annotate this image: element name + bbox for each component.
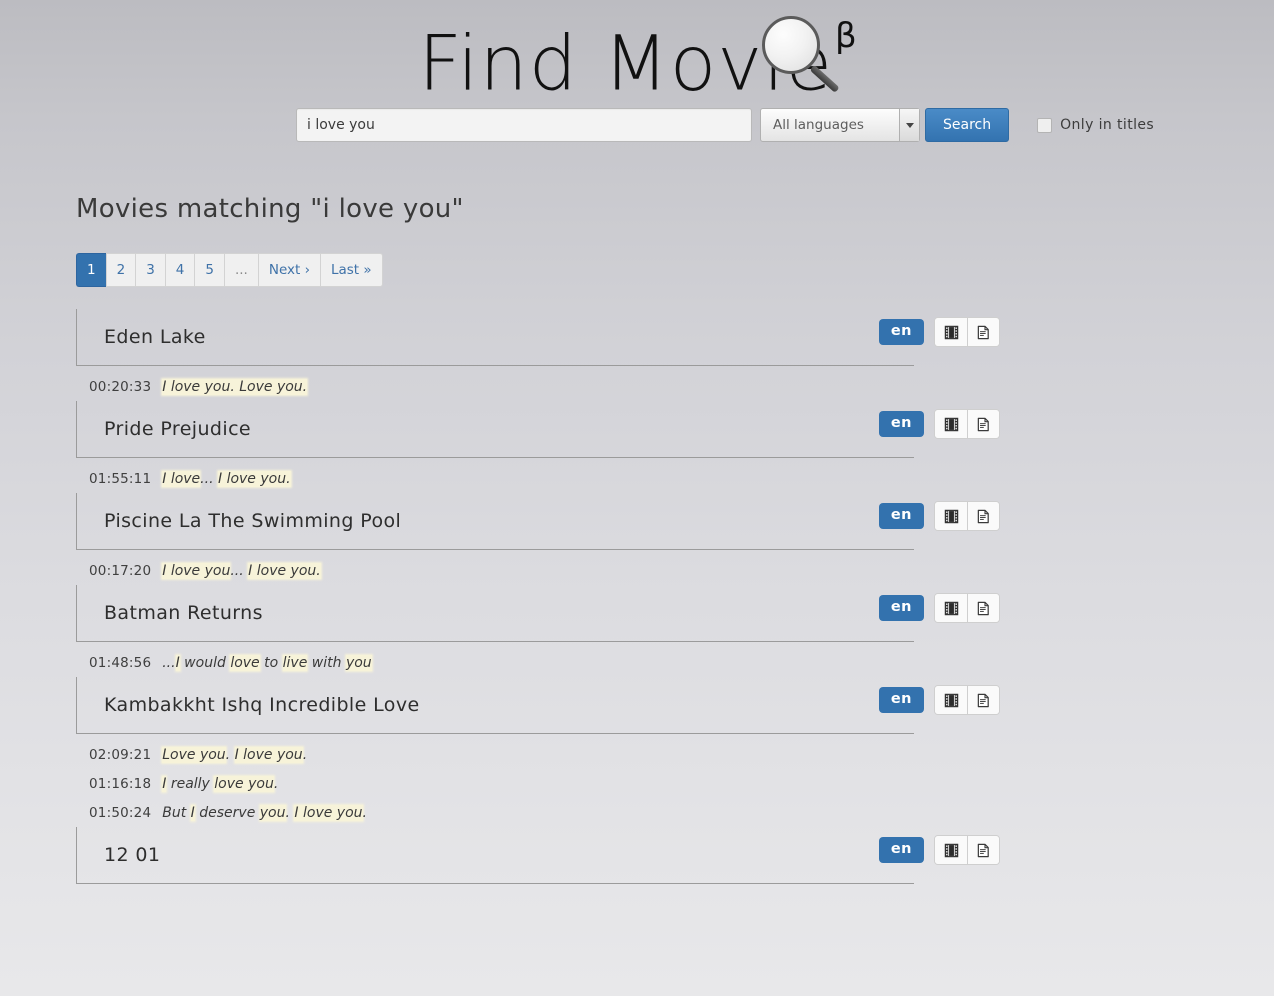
subtitle-line[interactable]: 01:16:18 I really love you. — [76, 763, 1274, 792]
movie-title[interactable]: Pride Prejudice — [104, 418, 251, 440]
film-strip-icon[interactable] — [935, 318, 967, 346]
only-in-titles-checkbox[interactable]: Only in titles — [1037, 108, 1154, 142]
main-content: Movies matching "i love you" 12345...Nex… — [0, 194, 1274, 884]
pagination-item[interactable]: 1 — [76, 253, 106, 287]
subtitle-line[interactable]: 02:09:21 Love you. I love you. — [76, 734, 1274, 763]
result-actions: en — [879, 835, 1000, 865]
movie-title[interactable]: Batman Returns — [104, 602, 263, 624]
result-item: Pride Prejudiceen01:55:11I love... I lov… — [76, 401, 1274, 487]
result-header: 12 01en — [76, 827, 914, 884]
subtitle-line[interactable]: 00:20:33 I love you. Love you. — [76, 366, 1274, 395]
subtitle-timestamp: 00:20:33 — [89, 379, 151, 395]
pagination: 12345...Next ›Last » — [76, 253, 1274, 287]
site-header: Find Movieβ — [0, 0, 1274, 108]
search-input[interactable] — [296, 108, 752, 142]
language-badge[interactable]: en — [879, 503, 924, 529]
subtitle-text: I love you. Love you. — [162, 379, 307, 395]
subtitle-line[interactable]: 00:17:20 I love you... I love you. — [76, 550, 1274, 579]
site-logo: Find Movieβ — [0, 2, 1274, 113]
film-strip-icon[interactable] — [935, 686, 967, 714]
result-actions: en — [879, 685, 1000, 715]
film-strip-icon[interactable] — [935, 594, 967, 622]
subtitle-list: 02:09:21 Love you. I love you. 01:16:18 I r… — [76, 734, 1274, 821]
subtitle-text: Love you. I love you. — [162, 747, 307, 763]
search-button[interactable]: Search — [925, 108, 1009, 142]
result-item: Piscine La The Swimming Poolen00:17:20I … — [76, 493, 1274, 579]
pagination-item[interactable]: 4 — [165, 253, 195, 287]
subtitle-timestamp: 01:48:56 — [89, 655, 151, 671]
language-badge[interactable]: en — [879, 411, 924, 437]
result-item: 12 01 en — [76, 827, 1274, 884]
subtitle-list: 00:20:33 I love you. Love you. — [76, 366, 1274, 395]
result-item: Eden Lakeen00:20:33I love you. Love you. — [76, 309, 1274, 395]
icon-button-group — [934, 501, 1000, 531]
subtitle-timestamp: 00:17:20 — [89, 563, 151, 579]
pagination-item[interactable]: 5 — [194, 253, 224, 287]
result-header: Eden Lakeen — [76, 309, 914, 366]
icon-button-group — [934, 317, 1000, 347]
subtitle-list: 01:48:56 ...I would love to live with you — [76, 642, 1274, 671]
document-icon[interactable] — [967, 686, 999, 714]
pagination-item[interactable]: 2 — [106, 253, 136, 287]
movie-title[interactable]: Eden Lake — [104, 326, 206, 348]
result-item: Kambakkht Ishq Incredible Loveen02:09:21… — [76, 677, 1274, 821]
pagination-item[interactable]: Next › — [258, 253, 320, 287]
result-header: Kambakkht Ishq Incredible Loveen — [76, 677, 914, 734]
document-icon[interactable] — [967, 836, 999, 864]
result-header: Batman Returnsen — [76, 585, 914, 642]
film-strip-icon[interactable] — [935, 410, 967, 438]
result-item: Batman Returnsen01:48:56...I would love … — [76, 585, 1274, 671]
language-badge[interactable]: en — [879, 595, 924, 621]
language-badge[interactable]: en — [879, 687, 924, 713]
subtitle-line[interactable]: 01:48:56 ...I would love to live with you — [76, 642, 1274, 671]
search-bar: All languages Search Only in titles — [0, 108, 1274, 160]
subtitle-text: I love... I love you. — [162, 471, 290, 487]
subtitle-timestamp: 01:16:18 — [89, 776, 151, 792]
icon-button-group — [934, 409, 1000, 439]
result-header: Piscine La The Swimming Poolen — [76, 493, 914, 550]
result-actions: en — [879, 593, 1000, 623]
subtitle-text: I really love you. — [162, 776, 278, 792]
subtitle-line[interactable]: 01:55:11 I love... I love you. — [76, 458, 1274, 487]
document-icon[interactable] — [967, 502, 999, 530]
icon-button-group — [934, 593, 1000, 623]
subtitle-timestamp: 01:50:24 — [89, 805, 151, 821]
subtitle-text: But I deserve you. I love you. — [162, 805, 367, 821]
subtitle-timestamp: 01:55:11 — [89, 471, 151, 487]
document-icon[interactable] — [967, 410, 999, 438]
page-title: Movies matching "i love you" — [76, 194, 1274, 224]
logo-text: Find Movie — [418, 18, 833, 107]
film-strip-icon[interactable] — [935, 836, 967, 864]
beta-badge: β — [835, 16, 858, 56]
subtitle-text: I love you... I love you. — [162, 563, 320, 579]
language-select-value: All languages — [773, 117, 864, 133]
icon-button-group — [934, 685, 1000, 715]
language-badge[interactable]: en — [879, 319, 924, 345]
pagination-item: ... — [224, 253, 258, 287]
document-icon[interactable] — [967, 594, 999, 622]
subtitle-text: ...I would love to live with you — [162, 655, 371, 671]
movie-title[interactable]: 12 01 — [104, 844, 160, 866]
subtitle-list: 00:17:20 I love you... I love you. — [76, 550, 1274, 579]
result-actions: en — [879, 317, 1000, 347]
icon-button-group — [934, 835, 1000, 865]
subtitle-line[interactable]: 01:50:24 But I deserve you. I love you. — [76, 792, 1274, 821]
results-list: Eden Lakeen00:20:33I love you. Love you.… — [76, 309, 1274, 884]
document-icon[interactable] — [967, 318, 999, 346]
result-actions: en — [879, 409, 1000, 439]
result-header: Pride Prejudiceen — [76, 401, 914, 458]
subtitle-timestamp: 02:09:21 — [89, 747, 151, 763]
result-actions: en — [879, 501, 1000, 531]
pagination-item[interactable]: Last » — [320, 253, 383, 287]
language-badge[interactable]: en — [879, 837, 924, 863]
subtitle-list: 01:55:11 I love... I love you. — [76, 458, 1274, 487]
only-in-titles-label: Only in titles — [1060, 117, 1154, 133]
pagination-item[interactable]: 3 — [135, 253, 165, 287]
language-select[interactable]: All languages — [760, 108, 920, 142]
movie-title[interactable]: Kambakkht Ishq Incredible Love — [104, 694, 420, 716]
film-strip-icon[interactable] — [935, 502, 967, 530]
movie-title[interactable]: Piscine La The Swimming Pool — [104, 510, 401, 532]
chevron-down-icon[interactable] — [899, 109, 919, 141]
checkbox-box[interactable] — [1037, 118, 1052, 133]
